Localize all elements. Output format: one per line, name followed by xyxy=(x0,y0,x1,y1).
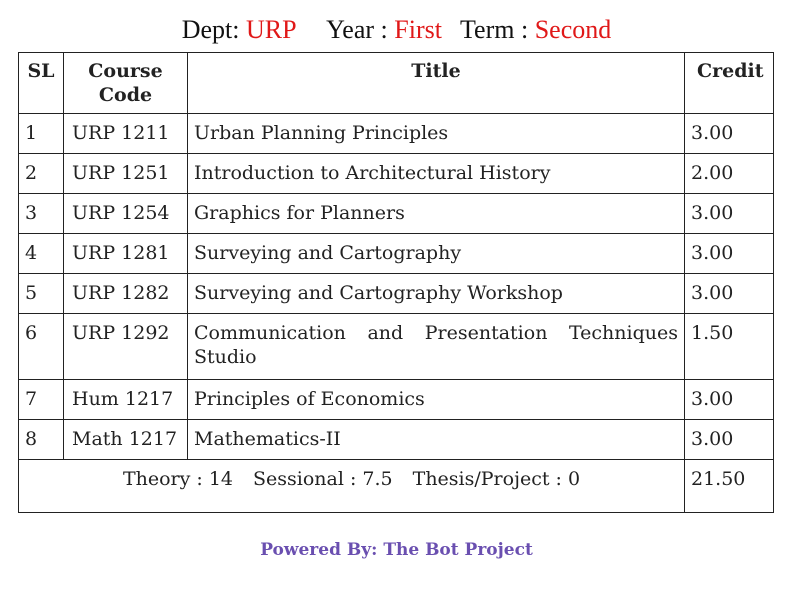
table-row: 1 URP 1211 Urban Planning Principles 3.0… xyxy=(18,113,774,154)
cell-course-code: URP 1211 xyxy=(63,113,188,154)
cell-sl: 4 xyxy=(18,233,64,274)
term-value: Second xyxy=(534,15,612,44)
theory-credits: Theory : 14 xyxy=(122,468,234,490)
term-label: Term : xyxy=(459,15,529,44)
cell-credit: 2.00 xyxy=(684,153,774,194)
cell-sl: 1 xyxy=(18,113,64,154)
total-credit: 21.50 xyxy=(684,459,774,513)
cell-course-code: Math 1217 xyxy=(63,419,188,460)
cell-title: Principles of Economics xyxy=(187,379,685,420)
cell-sl: 7 xyxy=(18,379,64,420)
table-row: 3 URP 1254 Graphics for Planners 3.00 xyxy=(18,193,774,234)
cell-course-code: URP 1282 xyxy=(63,273,188,314)
cell-title: Surveying and Cartography Workshop xyxy=(187,273,685,314)
cell-course-code: Hum 1217 xyxy=(63,379,188,420)
column-header-sl: SL xyxy=(18,52,64,114)
cell-credit: 3.00 xyxy=(684,113,774,154)
dept-label: Dept: xyxy=(181,15,240,44)
cell-credit: 3.00 xyxy=(684,193,774,234)
page-header: Dept: URP Year : First Term : Second xyxy=(0,12,793,48)
column-header-title: Title xyxy=(187,52,685,114)
cell-title: Surveying and Cartography xyxy=(187,233,685,274)
cell-sl: 5 xyxy=(18,273,64,314)
summary-row: Theory : 14 Sessional : 7.5 Thesis/Project… xyxy=(18,459,774,513)
cell-course-code: URP 1281 xyxy=(63,233,188,274)
year-value: First xyxy=(394,15,442,44)
table-row: 2 URP 1251 Introduction to Architectural… xyxy=(18,153,774,194)
cell-sl: 6 xyxy=(18,313,64,380)
powered-by-credit: Powered By: The Bot Project xyxy=(260,540,533,560)
cell-credit: 3.00 xyxy=(684,273,774,314)
table-row: 5 URP 1282 Surveying and Cartography Wor… xyxy=(18,273,774,314)
cell-credit: 3.00 xyxy=(684,233,774,274)
cell-title: Graphics for Planners xyxy=(187,193,685,234)
table-row: 7 Hum 1217 Principles of Economics 3.00 xyxy=(18,379,774,420)
column-header-credit: Credit xyxy=(684,52,774,114)
sessional-credits: Sessional : 7.5 xyxy=(253,468,393,490)
cell-sl: 2 xyxy=(18,153,64,194)
table-header-row: SL Course Code Title Credit xyxy=(18,52,774,114)
cell-credit: 3.00 xyxy=(684,419,774,460)
cell-title: Communication and Presentation Technique… xyxy=(187,313,685,380)
dept-value: URP xyxy=(246,15,297,44)
table-row: 8 Math 1217 Mathematics-II 3.00 xyxy=(18,419,774,460)
summary-cell: Theory : 14 Sessional : 7.5 Thesis/Project… xyxy=(18,459,685,513)
cell-credit: 1.50 xyxy=(684,313,774,380)
cell-credit: 3.00 xyxy=(684,379,774,420)
cell-title: Urban Planning Principles xyxy=(187,113,685,154)
cell-sl: 3 xyxy=(18,193,64,234)
cell-title: Mathematics-II xyxy=(187,419,685,460)
column-header-course-code: Course Code xyxy=(63,52,188,114)
year-label: Year : xyxy=(326,15,388,44)
course-table: SL Course Code Title Credit 1 URP 1211 U… xyxy=(18,52,774,513)
thesis-credits: Thesis/Project : 0 xyxy=(412,468,581,490)
cell-course-code: URP 1254 xyxy=(63,193,188,234)
cell-title: Introduction to Architectural History xyxy=(187,153,685,194)
table-row: 4 URP 1281 Surveying and Cartography 3.0… xyxy=(18,233,774,274)
table-row: 6 URP 1292 Communication and Presentatio… xyxy=(18,313,774,380)
cell-course-code: URP 1251 xyxy=(63,153,188,194)
cell-course-code: URP 1292 xyxy=(63,313,188,380)
cell-sl: 8 xyxy=(18,419,64,460)
